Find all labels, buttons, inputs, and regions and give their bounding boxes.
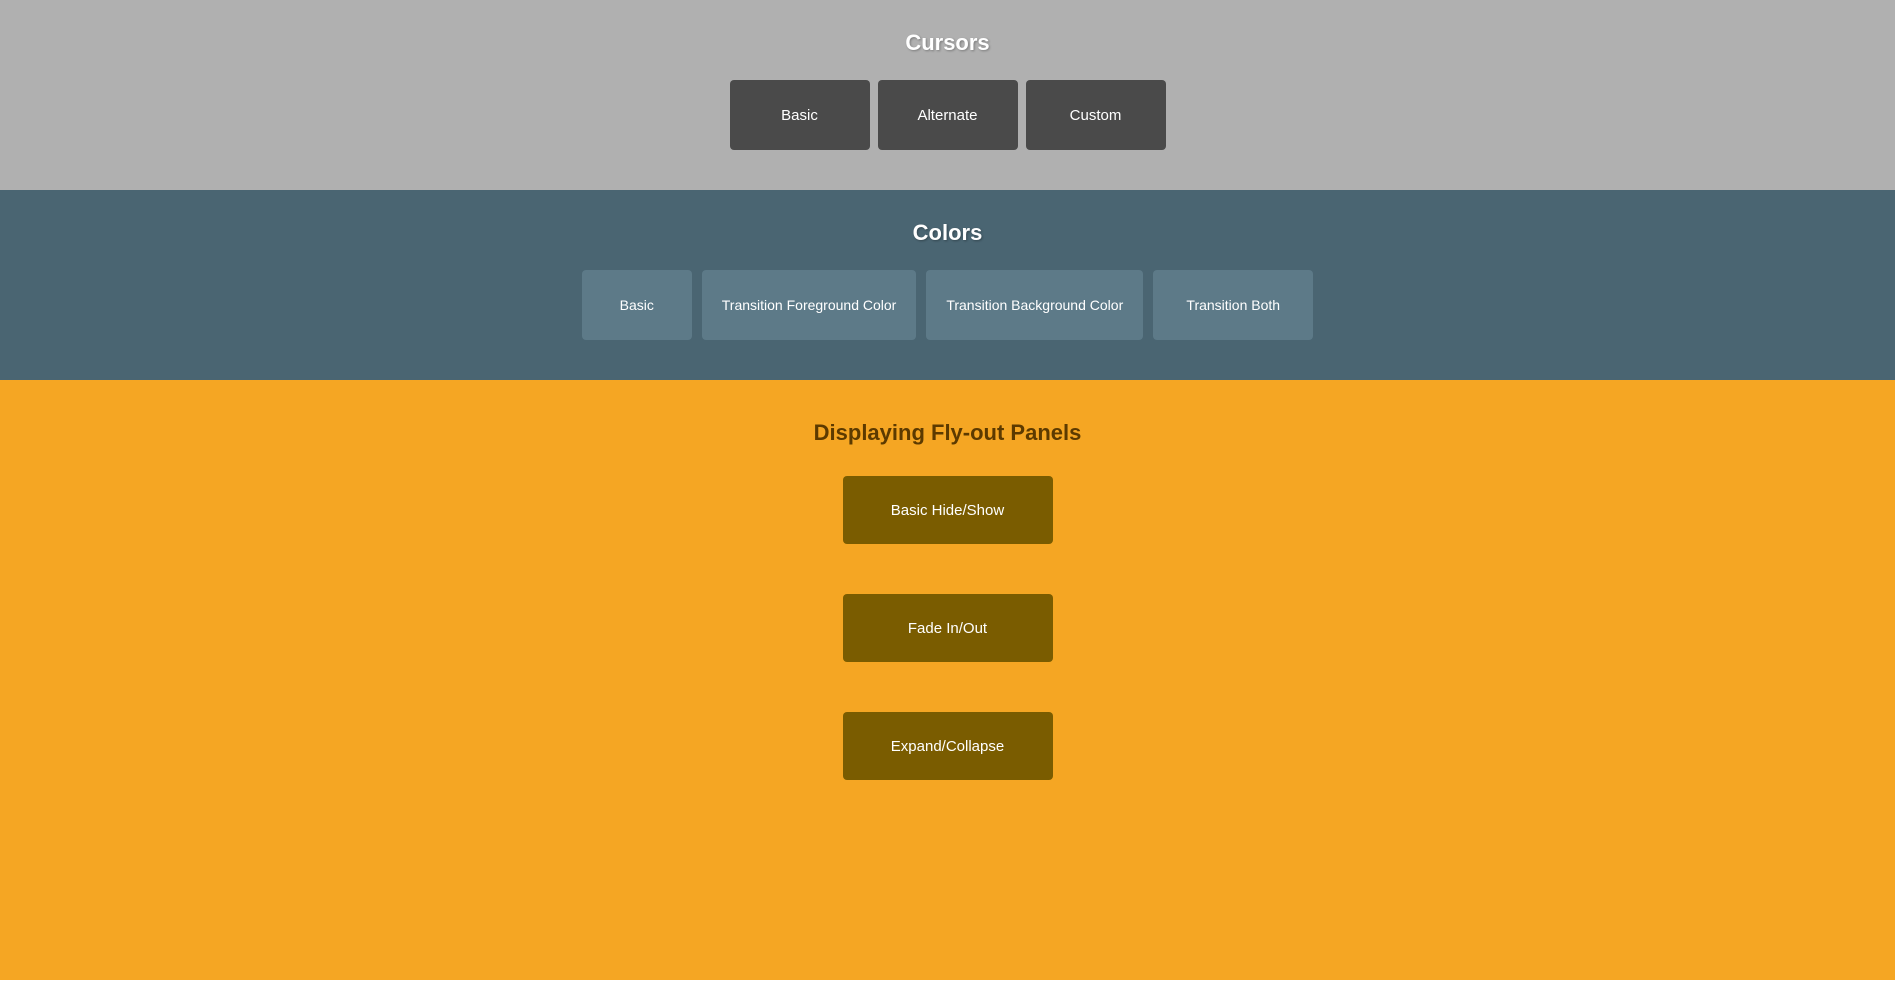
cursor-basic-button[interactable]: Basic	[730, 80, 870, 150]
cursor-alternate-button[interactable]: Alternate	[878, 80, 1018, 150]
flyout-fade-in-out-button[interactable]: Fade In/Out	[843, 594, 1053, 662]
colors-section: Colors Basic Transition Foreground Color…	[0, 190, 1895, 380]
color-transition-bg-button[interactable]: Transition Background Color	[926, 270, 1143, 340]
cursor-custom-button[interactable]: Custom	[1026, 80, 1166, 150]
colors-title: Colors	[913, 220, 983, 246]
cursors-section: Cursors Basic Alternate Custom	[0, 0, 1895, 190]
flyout-title: Displaying Fly-out Panels	[814, 420, 1082, 446]
flyout-expand-collapse-button[interactable]: Expand/Collapse	[843, 712, 1053, 780]
color-transition-fg-button[interactable]: Transition Foreground Color	[702, 270, 917, 340]
flyout-section: Displaying Fly-out Panels Basic Hide/Sho…	[0, 380, 1895, 980]
flyout-basic-hide-show-button[interactable]: Basic Hide/Show	[843, 476, 1053, 544]
cursors-title: Cursors	[905, 30, 989, 56]
flyout-buttons-col: Basic Hide/Show Fade In/Out Expand/Colla…	[20, 476, 1875, 830]
color-transition-both-button[interactable]: Transition Both	[1153, 270, 1313, 340]
cursors-buttons-row: Basic Alternate Custom	[730, 80, 1166, 150]
color-basic-button[interactable]: Basic	[582, 270, 692, 340]
colors-buttons-row: Basic Transition Foreground Color Transi…	[582, 270, 1313, 340]
